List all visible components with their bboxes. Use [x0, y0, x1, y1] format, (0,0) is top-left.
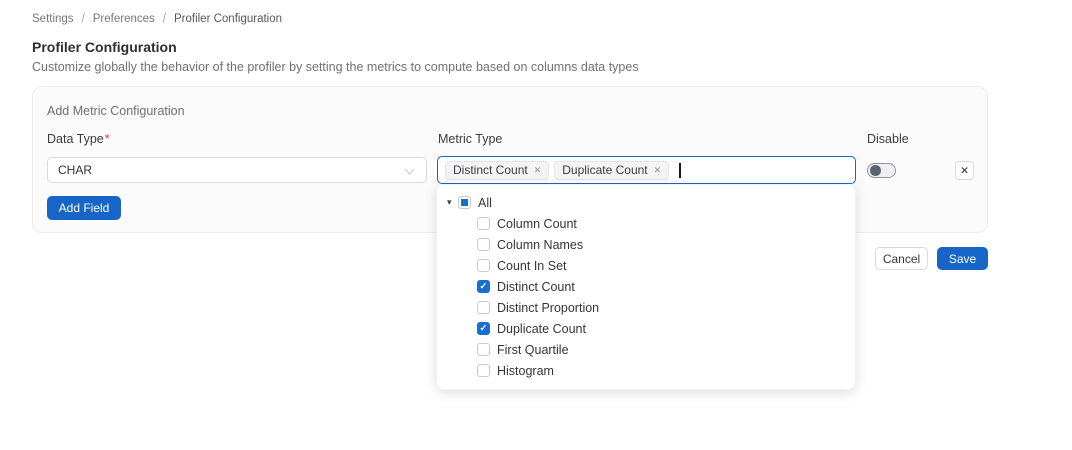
- option-label: Distinct Proportion: [497, 301, 599, 315]
- data-type-value: CHAR: [58, 163, 92, 177]
- checkbox[interactable]: [477, 364, 490, 377]
- breadcrumb-profiler-configuration[interactable]: Profiler Configuration: [174, 13, 282, 25]
- tree-expand-caret-icon[interactable]: ▾: [447, 198, 458, 207]
- tree-item-distinct-proportion[interactable]: Distinct Proportion: [437, 297, 855, 318]
- tree-item-duplicate-count[interactable]: Duplicate Count: [437, 318, 855, 339]
- chevron-down-icon: [405, 165, 415, 175]
- option-label: Duplicate Count: [497, 322, 586, 336]
- checkbox[interactable]: [477, 259, 490, 272]
- breadcrumb-preferences[interactable]: Preferences: [93, 13, 155, 25]
- metric-type-multiselect[interactable]: Distinct Count ✕ Duplicate Count ✕: [437, 156, 856, 184]
- disable-label: Disable: [867, 132, 909, 146]
- checkbox-all[interactable]: [458, 196, 471, 209]
- option-label: Column Count: [497, 217, 577, 231]
- option-label: Distinct Count: [497, 280, 575, 294]
- page-subtitle: Customize globally the behavior of the p…: [32, 60, 639, 74]
- tree-item-all[interactable]: ▾ All: [437, 192, 855, 213]
- metric-type-label: Metric Type: [438, 132, 502, 146]
- cancel-button[interactable]: Cancel: [875, 247, 928, 270]
- disable-toggle[interactable]: [867, 163, 896, 178]
- remove-tag-icon[interactable]: ✕: [534, 165, 542, 176]
- option-label: Histogram: [497, 364, 554, 378]
- metric-tag-label: Distinct Count: [453, 163, 528, 177]
- checkbox[interactable]: [477, 322, 490, 335]
- checkbox[interactable]: [477, 238, 490, 251]
- remove-tag-icon[interactable]: ✕: [654, 165, 662, 176]
- metric-type-dropdown: ▾ All Column Count Column Names Count In…: [436, 184, 856, 390]
- tree-item-column-names[interactable]: Column Names: [437, 234, 855, 255]
- tree-item-first-quartile[interactable]: First Quartile: [437, 339, 855, 360]
- panel-title: Add Metric Configuration: [47, 104, 185, 118]
- tree-item-histogram[interactable]: Histogram: [437, 360, 855, 381]
- checkbox[interactable]: [477, 343, 490, 356]
- metric-tag-label: Duplicate Count: [562, 163, 647, 177]
- tree-item-column-count[interactable]: Column Count: [437, 213, 855, 234]
- option-label: All: [478, 196, 492, 210]
- tree-item-distinct-count[interactable]: Distinct Count: [437, 276, 855, 297]
- text-cursor: [679, 163, 681, 178]
- data-type-label: Data Type*: [47, 132, 110, 146]
- remove-row-button[interactable]: ✕: [955, 161, 974, 180]
- profiler-configuration-page: Settings / Preferences / Profiler Config…: [0, 0, 1072, 450]
- metric-tag: Distinct Count ✕: [445, 161, 549, 180]
- checkbox[interactable]: [477, 301, 490, 314]
- page-title: Profiler Configuration: [32, 39, 177, 55]
- breadcrumb-separator: /: [82, 13, 85, 25]
- add-field-button[interactable]: Add Field: [47, 196, 121, 220]
- option-label: Column Names: [497, 238, 583, 252]
- checkbox[interactable]: [477, 217, 490, 230]
- data-type-select[interactable]: CHAR: [47, 157, 427, 183]
- toggle-knob: [870, 165, 881, 176]
- breadcrumb-separator: /: [163, 13, 166, 25]
- required-asterisk: *: [105, 132, 110, 146]
- save-button[interactable]: Save: [937, 247, 988, 270]
- breadcrumb: Settings / Preferences / Profiler Config…: [32, 13, 282, 25]
- tree-item-count-in-set[interactable]: Count In Set: [437, 255, 855, 276]
- option-label: First Quartile: [497, 343, 569, 357]
- breadcrumb-settings[interactable]: Settings: [32, 13, 74, 25]
- checkbox[interactable]: [477, 280, 490, 293]
- metric-tag: Duplicate Count ✕: [554, 161, 669, 180]
- option-label: Count In Set: [497, 259, 567, 273]
